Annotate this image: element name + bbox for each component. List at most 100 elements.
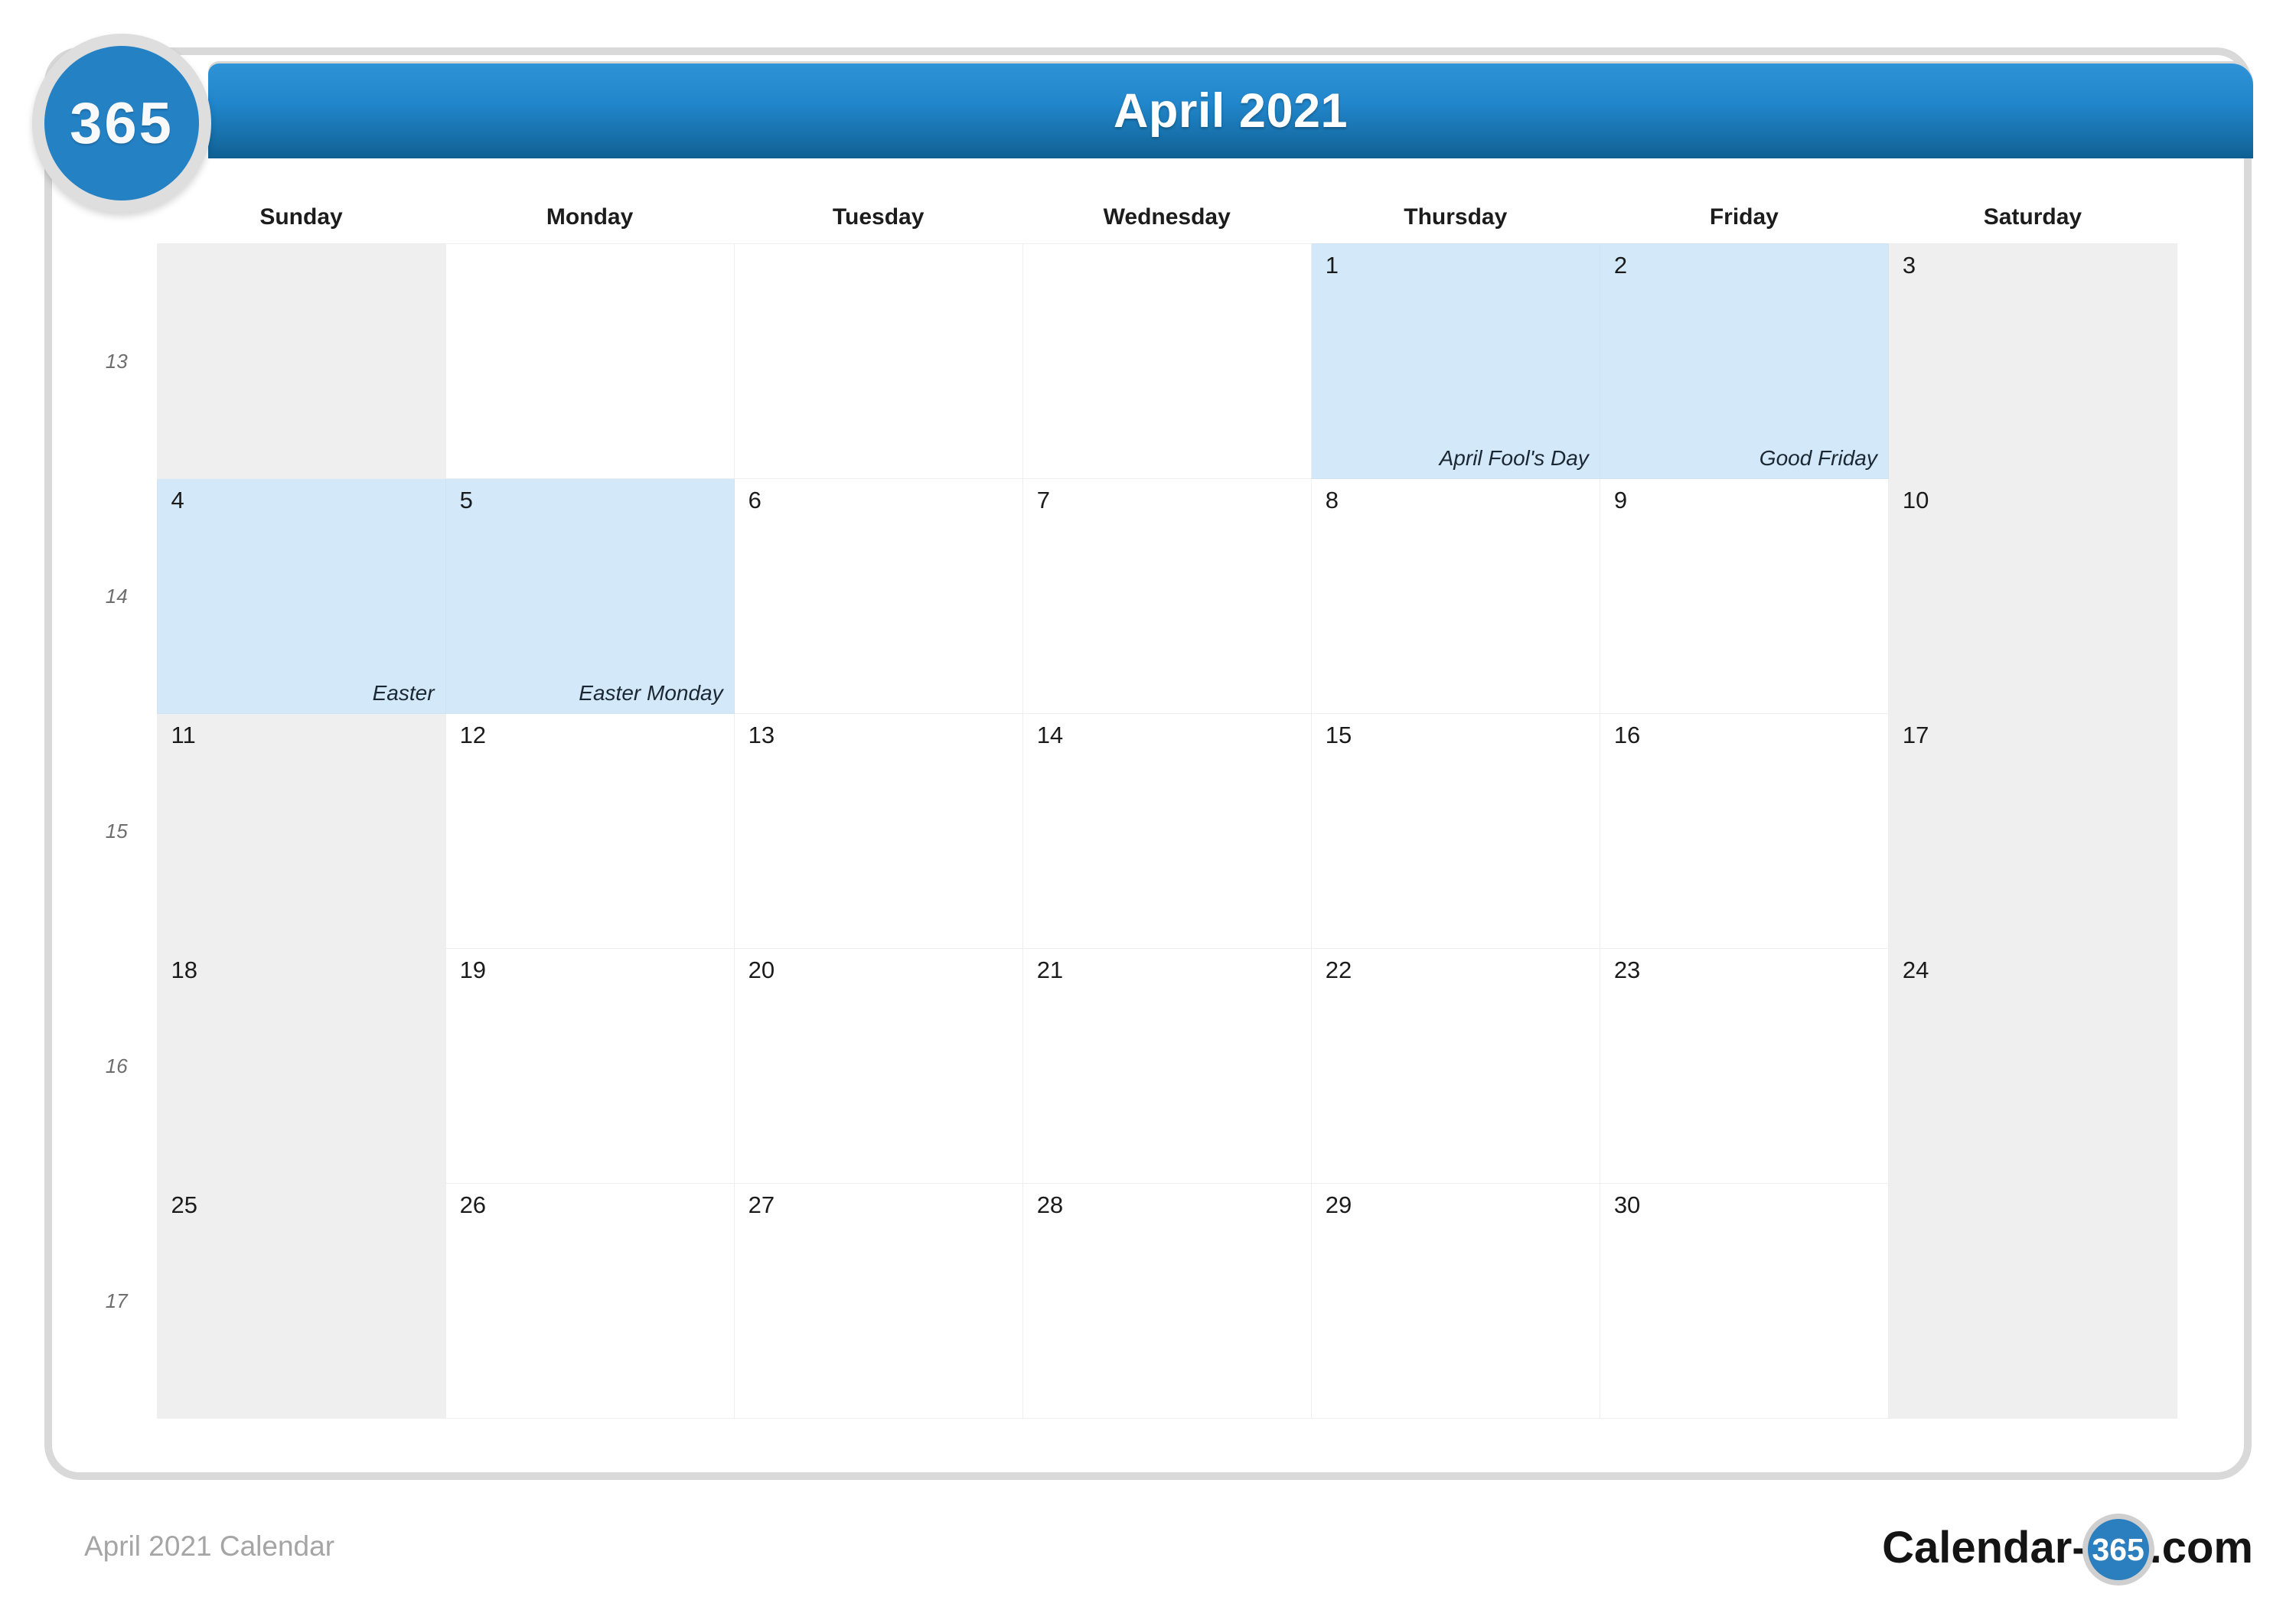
weekday-header-row: Sunday Monday Tuesday Wednesday Thursday… <box>77 191 2177 244</box>
day-number: 4 <box>171 487 184 513</box>
calendar-week-row: 15 11 12 13 14 15 16 17 <box>77 713 2178 949</box>
calendar-day-cell[interactable]: 28 <box>1022 1183 1312 1419</box>
calendar-day-cell[interactable]: 12 <box>445 713 735 949</box>
calendar-day-cell[interactable]: 1 April Fool's Day <box>1310 243 1600 479</box>
calendar-week-row: 14 4 Easter 5 Easter Monday 6 7 8 9 10 <box>77 478 2178 714</box>
week-number-cell: 15 <box>105 819 128 842</box>
logo-text-right: .com <box>2149 1523 2253 1572</box>
day-number: 9 <box>1613 487 1628 513</box>
calendar-day-cell[interactable]: 10 <box>1887 478 2178 714</box>
holiday-label: Good Friday <box>1759 446 1877 470</box>
weekday-header-friday: Friday <box>1709 204 1779 230</box>
calendar-table: Sunday Monday Tuesday Wednesday Thursday… <box>77 191 2178 1419</box>
day-number: 30 <box>1613 1191 1641 1218</box>
calendar-day-cell[interactable]: 3 <box>1887 243 2178 479</box>
day-number: 18 <box>171 957 197 983</box>
day-number: 7 <box>1036 487 1050 513</box>
day-number: 21 <box>1036 957 1064 983</box>
day-number: 27 <box>748 1191 775 1218</box>
calendar-week-row: 17 25 26 27 28 29 30 <box>77 1183 2178 1419</box>
calendar-day-cell-empty <box>445 243 735 479</box>
calendar-day-cell[interactable]: 22 <box>1310 948 1600 1184</box>
calendar-day-cell-empty <box>1887 1183 2178 1419</box>
calendar-head: Sunday Monday Tuesday Wednesday Thursday… <box>77 191 2177 244</box>
calendar-day-cell[interactable]: 15 <box>1310 713 1600 949</box>
calendar-day-cell[interactable]: 27 <box>733 1183 1023 1419</box>
calendar-body: 13 1 April Fool's Day 2 Good Friday 3 14 4 Easte… <box>77 243 2178 1419</box>
day-number: 25 <box>171 1191 197 1218</box>
day-number: 10 <box>1902 487 1929 513</box>
calendar-day-cell[interactable]: 17 <box>1887 713 2178 949</box>
calendar-day-cell[interactable]: 26 <box>445 1183 735 1419</box>
weekday-header-tuesday: Tuesday <box>832 204 925 230</box>
day-number: 24 <box>1902 957 1929 983</box>
day-number: 11 <box>171 722 196 748</box>
weekday-header-monday: Monday <box>546 204 634 230</box>
calendar-day-cell[interactable]: 11 <box>156 713 446 949</box>
day-number: 2 <box>1613 252 1628 279</box>
calendar-day-cell[interactable]: 4 Easter <box>156 478 446 714</box>
day-number: 3 <box>1902 252 1916 279</box>
day-number: 29 <box>1325 1191 1352 1218</box>
calendar-day-cell[interactable]: 21 <box>1022 948 1312 1184</box>
calendar-day-cell[interactable]: 25 <box>156 1183 446 1419</box>
logo-365-circle-inner: 365 <box>2087 1519 2149 1580</box>
calendar-week-row: 16 18 19 20 21 22 23 24 <box>77 948 2178 1184</box>
day-number: 22 <box>1325 957 1352 983</box>
day-number: 17 <box>1902 722 1929 748</box>
calendar-day-cell[interactable]: 7 <box>1022 478 1312 714</box>
day-number: 8 <box>1325 487 1339 513</box>
calendar-day-cell[interactable]: 18 <box>156 948 446 1184</box>
weekday-header-thursday: Thursday <box>1404 204 1508 230</box>
calendar-grid-wrapper: Sunday Monday Tuesday Wednesday Thursday… <box>77 191 2178 1419</box>
calendar-day-cell[interactable]: 13 <box>733 713 1023 949</box>
brand-badge-circle: 365 <box>44 46 199 200</box>
weekday-header-wednesday: Wednesday <box>1103 204 1231 230</box>
calendar-day-cell[interactable]: 5 Easter Monday <box>445 478 735 714</box>
day-number: 12 <box>459 722 487 748</box>
weekday-header-saturday: Saturday <box>1983 204 2082 230</box>
calendar-day-cell[interactable]: 8 <box>1310 478 1600 714</box>
calendar-day-cell[interactable]: 16 <box>1599 713 1889 949</box>
week-number-cell: 14 <box>105 584 128 608</box>
day-number: 26 <box>459 1191 487 1218</box>
day-number: 6 <box>748 487 762 513</box>
calendar-day-cell[interactable]: 2 Good Friday <box>1599 243 1889 479</box>
day-number: 20 <box>748 957 775 983</box>
day-number: 13 <box>748 722 775 748</box>
calendar-day-cell[interactable]: 30 <box>1599 1183 1889 1419</box>
day-number: 14 <box>1036 722 1064 748</box>
calendar-week-row: 13 1 April Fool's Day 2 Good Friday 3 <box>77 243 2178 479</box>
calendar-day-cell[interactable]: 14 <box>1022 713 1312 949</box>
month-header-bar: April 2021 <box>208 64 2253 158</box>
calendar-day-cell[interactable]: 6 <box>733 478 1023 714</box>
day-number: 16 <box>1613 722 1641 748</box>
calendar-day-cell-empty <box>1022 243 1312 479</box>
brand-badge-365: 365 <box>32 34 211 213</box>
page-title: April 2021 <box>1113 84 1349 138</box>
logo-text-left: Calendar- <box>1882 1523 2087 1572</box>
calendar-day-cell[interactable]: 24 <box>1887 948 2178 1184</box>
calendar-day-cell[interactable]: 29 <box>1310 1183 1600 1419</box>
brand-badge-label: 365 <box>70 90 174 156</box>
logo-365-label: 365 <box>2092 1531 2144 1567</box>
week-number-cell: 16 <box>105 1054 128 1077</box>
day-number: 19 <box>459 957 487 983</box>
day-number: 15 <box>1325 722 1352 748</box>
day-number: 5 <box>459 487 473 513</box>
day-number: 28 <box>1036 1191 1064 1218</box>
footer-caption: April 2021 Calendar <box>84 1530 335 1562</box>
calendar-day-cell[interactable]: 20 <box>733 948 1023 1184</box>
weekday-header-sunday: Sunday <box>259 204 343 230</box>
week-number-cell: 17 <box>105 1289 128 1312</box>
holiday-label: April Fool's Day <box>1439 446 1589 470</box>
calendar-day-cell-empty <box>733 243 1023 479</box>
holiday-label: Easter <box>372 681 435 705</box>
calendar-day-cell[interactable]: 23 <box>1599 948 1889 1184</box>
calendar-day-cell[interactable]: 19 <box>445 948 735 1184</box>
holiday-label: Easter Monday <box>579 681 723 705</box>
site-logo[interactable]: Calendar- 365 .com <box>1882 1514 2253 1586</box>
calendar-page: 365 April 2021 365 Sunday Monday Tuesday… <box>0 0 2296 1623</box>
calendar-day-cell-empty <box>156 243 446 479</box>
calendar-day-cell[interactable]: 9 <box>1599 478 1889 714</box>
